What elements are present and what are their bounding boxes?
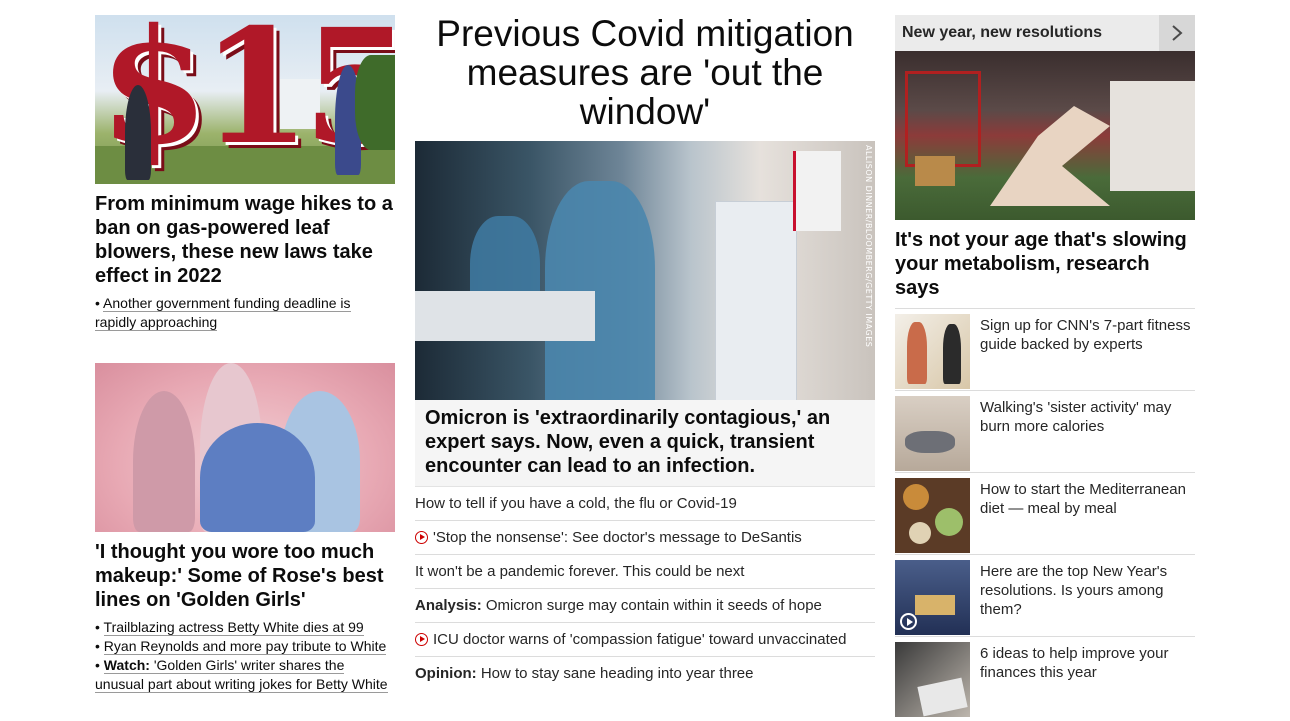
bullet-item[interactable]: Another government funding deadline is r… bbox=[95, 294, 395, 332]
fitness-image[interactable] bbox=[895, 51, 1195, 220]
person-figure bbox=[943, 324, 961, 384]
item-text: How to start the Mediterranean diet — me… bbox=[980, 481, 1186, 517]
bowl bbox=[903, 484, 929, 510]
video-play-icon bbox=[900, 613, 917, 630]
hospital-bed bbox=[415, 291, 595, 341]
video-play-icon bbox=[415, 633, 428, 646]
list-item[interactable]: How to start the Mediterranean diet — me… bbox=[895, 472, 1195, 554]
bullet-link[interactable]: Another government funding deadline is r… bbox=[95, 295, 351, 331]
chevron-right-icon[interactable] bbox=[1159, 15, 1195, 51]
person-figure bbox=[907, 322, 927, 384]
list-item[interactable]: Here are the top New Year's resolutions.… bbox=[895, 554, 1195, 636]
paper bbox=[917, 677, 968, 717]
tree bbox=[355, 55, 395, 150]
left-column: $15 From minimum wage hikes to a ban on … bbox=[95, 15, 395, 694]
link-text: Omicron surge may contain within it seed… bbox=[485, 597, 822, 614]
finances-thumbnail bbox=[895, 642, 970, 717]
image-credit: ALLISON DINNER/BLOOMBERG/GETTY IMAGES bbox=[864, 145, 873, 348]
story-bullets: Trailblazing actress Betty White dies at… bbox=[95, 618, 395, 694]
person-figure bbox=[200, 423, 315, 532]
bullet-item[interactable]: Ryan Reynolds and more pay tribute to Wh… bbox=[95, 637, 395, 656]
person-figure bbox=[133, 391, 195, 532]
fitness-thumbnail bbox=[895, 314, 970, 389]
bullet-link[interactable]: Watch: 'Golden Girls' writer shares the … bbox=[95, 657, 388, 693]
link-text: ICU doctor warns of 'compassion fatigue'… bbox=[433, 631, 847, 648]
item-text: Here are the top New Year's resolutions.… bbox=[980, 563, 1168, 618]
link-prefix: Analysis: bbox=[415, 597, 482, 614]
wall-sign bbox=[793, 151, 841, 231]
item-text: Sign up for CNN's 7-part fitness guide b… bbox=[980, 317, 1191, 353]
gym-rack bbox=[905, 71, 981, 167]
feature-caption[interactable]: Omicron is 'extraordinarily contagious,'… bbox=[415, 400, 875, 486]
bullet-link[interactable]: Ryan Reynolds and more pay tribute to Wh… bbox=[103, 638, 387, 655]
door bbox=[715, 201, 797, 400]
video-play-icon bbox=[415, 531, 428, 544]
section-title: New year, new resolutions bbox=[902, 24, 1103, 41]
golden-girls-image[interactable] bbox=[95, 363, 395, 532]
story-bullets: Another government funding deadline is r… bbox=[95, 294, 395, 332]
bullet-prefix: Watch: bbox=[103, 657, 150, 673]
link-text: How to stay sane heading into year three bbox=[480, 665, 754, 682]
item-text: Walking's 'sister activity' may burn mor… bbox=[980, 399, 1172, 435]
person-figure bbox=[125, 85, 151, 180]
related-link[interactable]: How to tell if you have a cold, the flu … bbox=[415, 486, 875, 520]
plyo-box bbox=[915, 156, 955, 186]
link-text: It won't be a pandemic forever. This cou… bbox=[415, 563, 745, 580]
window bbox=[1110, 81, 1195, 191]
food-thumbnail bbox=[895, 478, 970, 553]
related-link[interactable]: It won't be a pandemic forever. This cou… bbox=[415, 554, 875, 588]
bullet-item[interactable]: Watch: 'Golden Girls' writer shares the … bbox=[95, 656, 395, 694]
related-links: How to tell if you have a cold, the flu … bbox=[415, 486, 875, 690]
list-item[interactable]: Walking's 'sister activity' may burn mor… bbox=[895, 390, 1195, 472]
link-text: How to tell if you have a cold, the flu … bbox=[415, 495, 737, 512]
times-square-thumbnail bbox=[895, 560, 970, 635]
right-column: New year, new resolutions It's not your … bbox=[895, 15, 1195, 718]
walking-thumbnail bbox=[895, 396, 970, 471]
bowl bbox=[935, 508, 963, 536]
hospital-image[interactable]: ALLISON DINNER/BLOOMBERG/GETTY IMAGES bbox=[415, 141, 875, 400]
sign-lights bbox=[915, 595, 955, 615]
bullet-item[interactable]: Trailblazing actress Betty White dies at… bbox=[95, 618, 395, 637]
page-title[interactable]: Previous Covid mitigation measures are '… bbox=[415, 14, 875, 132]
story-headline[interactable]: 'I thought you wore too much makeup:' So… bbox=[95, 540, 395, 612]
center-column: Previous Covid mitigation measures are '… bbox=[415, 14, 875, 690]
list-item[interactable]: 6 ideas to help improve your finances th… bbox=[895, 636, 1195, 718]
related-link[interactable]: 'Stop the nonsense': See doctor's messag… bbox=[415, 520, 875, 554]
related-link[interactable]: Analysis: Omicron surge may contain with… bbox=[415, 588, 875, 622]
link-prefix: Opinion: bbox=[415, 665, 477, 682]
section-header[interactable]: New year, new resolutions bbox=[895, 15, 1195, 51]
woman-exercising bbox=[990, 106, 1110, 206]
story-headline[interactable]: It's not your age that's slowing your me… bbox=[895, 228, 1195, 300]
related-link[interactable]: ICU doctor warns of 'compassion fatigue'… bbox=[415, 622, 875, 656]
shoe bbox=[905, 431, 955, 453]
story-headline[interactable]: From minimum wage hikes to a ban on gas-… bbox=[95, 192, 395, 288]
item-text: 6 ideas to help improve your finances th… bbox=[980, 645, 1169, 681]
bowl bbox=[909, 522, 931, 544]
related-link[interactable]: Opinion: How to stay sane heading into y… bbox=[415, 656, 875, 690]
bullet-link[interactable]: Trailblazing actress Betty White dies at… bbox=[103, 619, 364, 636]
link-text: 'Stop the nonsense': See doctor's messag… bbox=[433, 529, 802, 546]
list-item[interactable]: Sign up for CNN's 7-part fitness guide b… bbox=[895, 308, 1195, 390]
minimum-wage-image[interactable]: $15 bbox=[95, 15, 395, 184]
